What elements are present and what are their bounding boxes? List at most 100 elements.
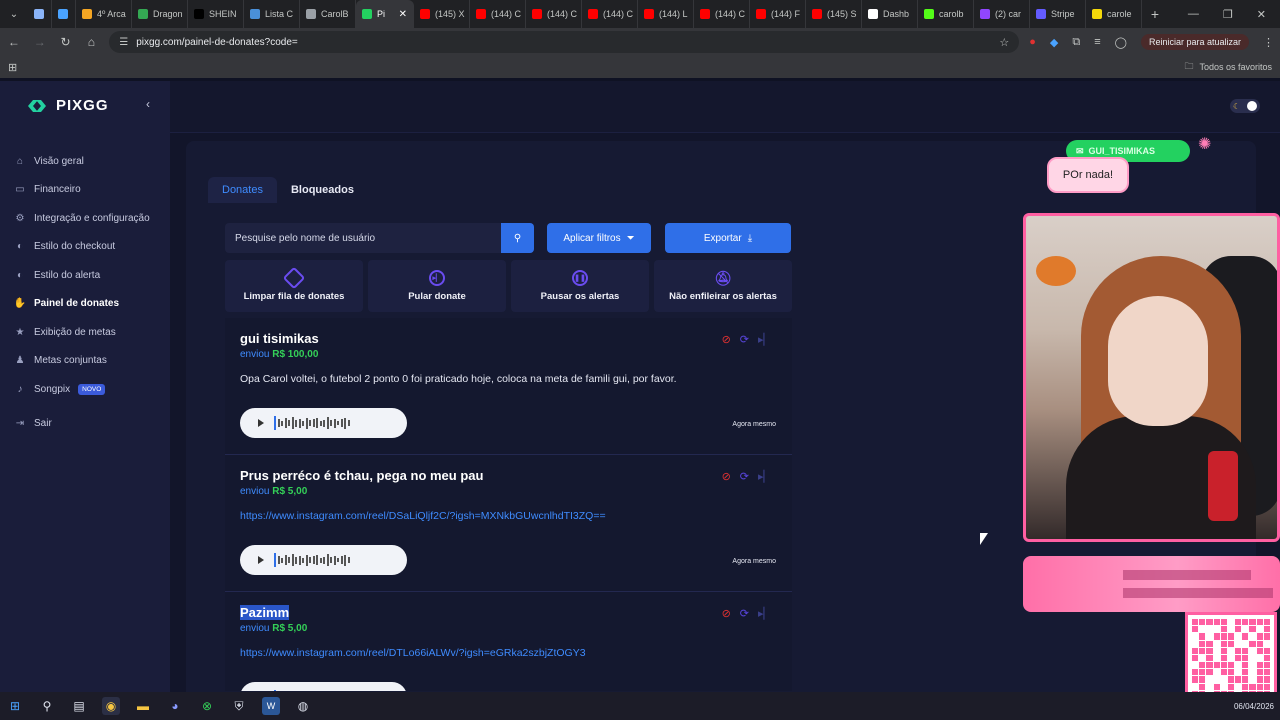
sidebar-item[interactable]: ▭ Financeiro xyxy=(14,176,164,204)
media-icon[interactable]: ≡ xyxy=(1094,36,1100,48)
browser-tab[interactable]: (144) C xyxy=(470,0,526,28)
chrome-icon[interactable]: ◉ xyxy=(102,697,120,715)
brand-logo[interactable]: PIXGG xyxy=(28,97,109,114)
reload-icon[interactable]: ↻ xyxy=(58,35,74,49)
replay-icon[interactable]: ⟳ xyxy=(740,470,749,483)
back-icon[interactable]: ← xyxy=(6,35,22,49)
sidebar-item[interactable]: ♪ Songpix NOVO xyxy=(14,375,164,403)
close-tab-icon[interactable]: ✕ xyxy=(399,9,407,20)
word-icon[interactable]: W xyxy=(262,697,280,715)
browser-tab[interactable]: carole xyxy=(1086,0,1142,28)
search-taskbar-icon[interactable]: ⚲ xyxy=(38,697,56,715)
audio-waveform[interactable] xyxy=(274,416,350,430)
xbox-icon[interactable]: ⊗ xyxy=(198,697,216,715)
browser-tab[interactable]: 4º Arca xyxy=(76,0,132,28)
browser-tab[interactable]: (144) C xyxy=(582,0,638,28)
sidebar-item[interactable]: ⇥ Sair xyxy=(14,409,164,437)
browser-tab[interactable]: Stripe xyxy=(1030,0,1086,28)
apps-grid-icon[interactable]: ⊞ xyxy=(8,61,17,74)
browser-tab[interactable]: Pi ✕ xyxy=(356,0,414,28)
browser-tab[interactable]: (144) C xyxy=(694,0,750,28)
browser-tab[interactable]: (145) X xyxy=(414,0,470,28)
extensions-puzzle-icon[interactable]: ⧉ xyxy=(1072,36,1080,49)
obs-icon[interactable]: ◍ xyxy=(294,697,312,715)
browser-tab[interactable]: (144) F xyxy=(750,0,806,28)
profile-icon[interactable]: ◯ xyxy=(1115,36,1127,49)
forward-icon[interactable]: → xyxy=(32,35,48,49)
sidebar-item[interactable]: ◐ Estilo do checkout xyxy=(14,233,164,261)
tab-blocked[interactable]: Bloqueados xyxy=(277,177,368,203)
browser-menu-icon[interactable]: ⋮ xyxy=(1263,36,1274,49)
sidebar-item[interactable]: ★ Exibição de metas xyxy=(14,318,164,346)
discord-icon[interactable]: ◕ xyxy=(166,697,184,715)
play-icon[interactable] xyxy=(258,419,264,427)
browser-tab[interactable]: (2) car xyxy=(974,0,1030,28)
site-info-icon[interactable]: ☰ xyxy=(119,37,128,48)
windows-start-icon[interactable]: ⊞ xyxy=(6,697,24,715)
skip-donate-button[interactable]: ▸▏ Pular donate xyxy=(368,260,506,312)
apply-filters-button[interactable]: Aplicar filtros ⏷ xyxy=(547,223,651,253)
browser-tab[interactable]: carolb xyxy=(918,0,974,28)
qr-cell xyxy=(1249,619,1256,626)
browser-tab[interactable]: (145) S xyxy=(806,0,862,28)
play-icon[interactable] xyxy=(258,556,264,564)
sidebar-item[interactable]: ◐ Estilo do alerta xyxy=(14,261,164,289)
theme-toggle[interactable]: ☾ xyxy=(1230,99,1260,113)
sidebar-item[interactable]: ⌂ Visão geral xyxy=(14,147,164,175)
search-button[interactable]: ⚲ xyxy=(501,223,534,253)
browser-tab[interactable] xyxy=(52,0,76,28)
tab-search-icon[interactable]: ⌄ xyxy=(0,0,28,28)
bookmark-star-icon[interactable]: ☆ xyxy=(999,36,1009,49)
audio-player[interactable] xyxy=(240,545,407,575)
clear-queue-button[interactable]: Limpar fila de donates xyxy=(225,260,363,312)
block-icon[interactable]: ⊘ xyxy=(722,333,731,346)
extension-red-icon[interactable]: ● xyxy=(1029,36,1036,48)
no-queue-alerts-button[interactable]: 🔕︎ Não enfileirar os alertas xyxy=(654,260,792,312)
qr-cell xyxy=(1256,669,1263,676)
donate-message[interactable]: https://www.instagram.com/reel/DSaLiQljf… xyxy=(240,510,777,522)
block-icon[interactable]: ⊘ xyxy=(722,607,731,620)
replay-icon[interactable]: ⟳ xyxy=(740,333,749,346)
collapse-sidebar-icon[interactable]: ‹ xyxy=(146,97,150,111)
browser-tab[interactable]: Dashb xyxy=(862,0,918,28)
replay-icon[interactable]: ⟳ xyxy=(740,607,749,620)
skip-icon[interactable]: ▸▏ xyxy=(758,470,772,483)
browser-tab[interactable]: SHEIN xyxy=(188,0,244,28)
donate-message[interactable]: https://www.instagram.com/reel/DTLo66iAL… xyxy=(240,647,777,659)
home-icon[interactable]: ⌂ xyxy=(83,35,99,49)
restart-to-update-button[interactable]: Reiniciar para atualizar xyxy=(1140,34,1250,50)
task-view-icon[interactable]: ▤ xyxy=(70,697,88,715)
extension-blue-icon[interactable]: ◆ xyxy=(1050,36,1058,49)
export-button[interactable]: Exportar ⤓ xyxy=(665,223,791,253)
sidebar-item[interactable]: ✋ Painel de donates xyxy=(14,290,164,318)
tab-donates[interactable]: Donates xyxy=(208,177,277,203)
audio-player[interactable] xyxy=(240,408,407,438)
close-window-icon[interactable]: ✕ xyxy=(1257,8,1266,21)
file-explorer-icon[interactable]: ▬ xyxy=(134,697,152,715)
maximize-icon[interactable]: ❐ xyxy=(1223,8,1233,21)
palette-icon: ◐ xyxy=(16,269,24,281)
skip-icon[interactable]: ▸▏ xyxy=(758,607,772,620)
audio-waveform[interactable] xyxy=(274,690,350,691)
minimize-icon[interactable]: — xyxy=(1188,8,1199,21)
search-input[interactable]: Pesquise pelo nome de usuário ⚲ xyxy=(225,223,534,253)
security-icon[interactable]: ⛨ xyxy=(230,697,248,715)
sidebar-item[interactable]: ♟ Metas conjuntas xyxy=(14,347,164,375)
skip-icon[interactable]: ▸▏ xyxy=(758,333,772,346)
browser-tab[interactable]: Dragon xyxy=(132,0,188,28)
wave-bar xyxy=(326,417,329,429)
audio-waveform[interactable] xyxy=(274,553,350,567)
new-tab-button[interactable]: + xyxy=(1142,6,1168,22)
tab-label: (144) F xyxy=(771,9,801,19)
audio-player[interactable] xyxy=(240,682,407,691)
browser-tab[interactable]: CarolB xyxy=(300,0,356,28)
block-icon[interactable]: ⊘ xyxy=(722,470,731,483)
all-bookmarks-button[interactable]: 🗀 Todos os favoritos xyxy=(1184,59,1272,75)
browser-tab[interactable]: (144) C xyxy=(526,0,582,28)
pause-alerts-button[interactable]: ❚❚ Pausar os alertas xyxy=(511,260,649,312)
sidebar-item[interactable]: ⚙ Integração e configuração xyxy=(14,204,164,232)
browser-tab[interactable]: Lista C xyxy=(244,0,300,28)
browser-tab[interactable]: (144) L xyxy=(638,0,694,28)
url-field[interactable]: ☰ pixgg.com/painel-de-donates?code= ☆ xyxy=(109,31,1020,53)
browser-tab[interactable] xyxy=(28,0,52,28)
